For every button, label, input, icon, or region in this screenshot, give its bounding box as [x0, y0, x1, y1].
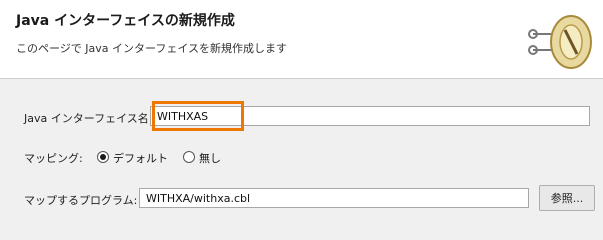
program-input[interactable] [139, 188, 529, 208]
mapping-label: マッピング: [24, 152, 83, 165]
mapping-default-label: デフォルト [113, 152, 168, 165]
wizard-key-icon [528, 15, 592, 69]
wizard-header: Java インターフェイスの新規作成 このページで Java インターフェイスを… [0, 0, 603, 79]
interface-name-input[interactable] [150, 106, 590, 126]
mapping-default-radio[interactable] [97, 151, 109, 163]
mapping-none-radio[interactable] [183, 151, 195, 163]
wizard-description: このページで Java インターフェイスを新規作成します [16, 42, 288, 55]
browse-button[interactable]: 参照... [539, 185, 595, 211]
wizard-title: Java インターフェイスの新規作成 [16, 13, 235, 29]
program-label: マップするプログラム: [24, 194, 138, 207]
interface-name-label: Java インターフェイス名: [24, 112, 153, 125]
mapping-none-label: 無し [199, 152, 221, 165]
